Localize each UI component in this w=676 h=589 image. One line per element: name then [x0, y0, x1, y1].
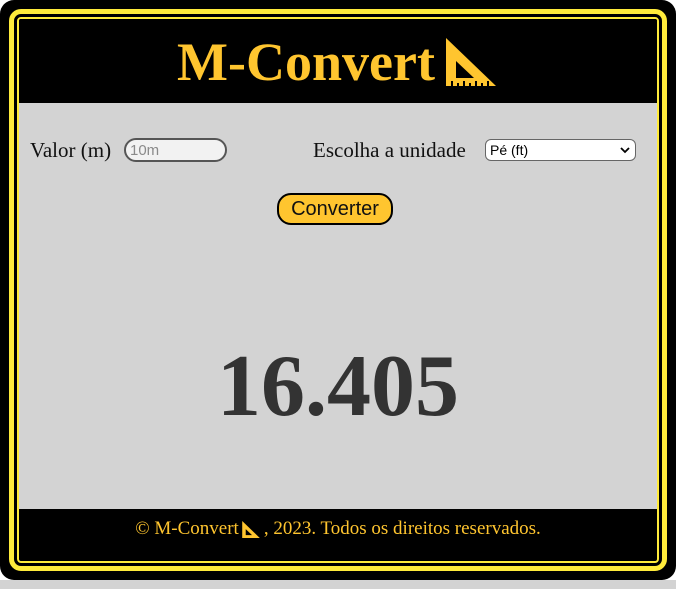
page-background: [0, 580, 676, 589]
convert-button[interactable]: Converter: [277, 193, 393, 225]
footer-text: © M-Convert , 2023. Todos os direitos re…: [135, 518, 541, 540]
triangular-ruler-icon: [445, 38, 496, 86]
unit-select[interactable]: Pé (ft): [485, 139, 636, 161]
app-container: M-Convert Valor (m) 10m Escolha a unidad…: [17, 17, 659, 563]
app-title: M-Convert: [177, 35, 499, 89]
app-border: M-Convert Valor (m) 10m Escolha a unidad…: [9, 9, 667, 571]
footer-copyright: © M-Convert: [135, 518, 239, 539]
unit-select-value: Pé (ft): [490, 142, 529, 158]
value-label: Valor (m): [30, 138, 112, 162]
triangular-ruler-icon: [242, 520, 260, 538]
footer-rights: , 2023. Todos os direitos reservados.: [263, 518, 541, 539]
value-input[interactable]: [124, 138, 227, 162]
converter-panel: Valor (m) Escolha a unidade Pé (ft) Conv…: [19, 103, 657, 509]
app-title-text: M-Convert: [177, 32, 435, 92]
unit-label: Escolha a unidade: [313, 138, 466, 162]
form-row: Valor (m) Escolha a unidade Pé (ft): [19, 137, 657, 163]
header: M-Convert: [19, 19, 657, 103]
result-value: 16.405: [217, 338, 459, 435]
chevron-down-icon: [620, 147, 630, 154]
footer: © M-Convert , 2023. Todos os direitos re…: [19, 509, 657, 549]
app-frame: M-Convert Valor (m) 10m Escolha a unidad…: [0, 0, 676, 580]
